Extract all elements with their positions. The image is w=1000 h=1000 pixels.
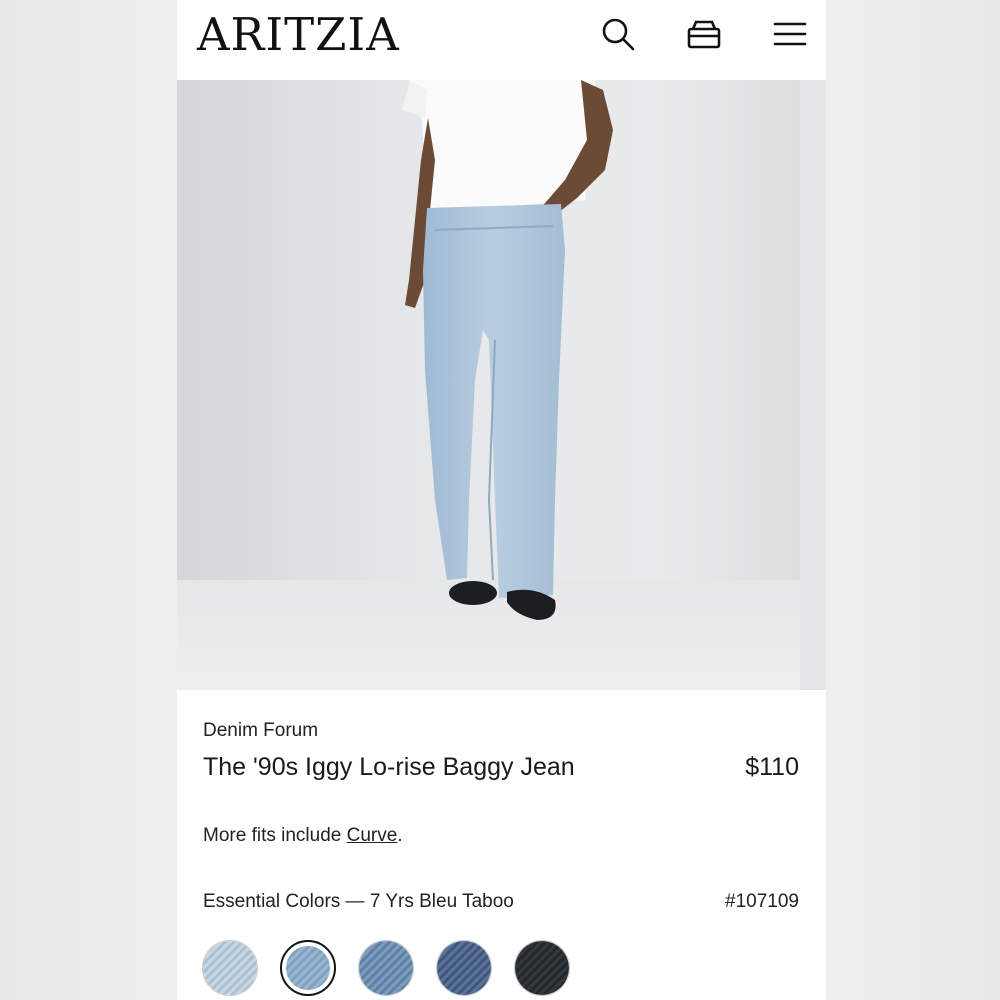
model-wearing-jeans-illustration xyxy=(177,80,826,690)
search-icon[interactable] xyxy=(600,16,636,52)
product-title: The '90s Iggy Lo-rise Baggy Jean xyxy=(203,753,575,781)
more-fits-suffix: . xyxy=(397,825,403,846)
swatch-dark-wash[interactable] xyxy=(436,940,492,996)
curve-fit-link[interactable]: Curve xyxy=(347,825,398,846)
swatch-fill xyxy=(359,941,413,995)
swatch-black-wash[interactable] xyxy=(514,940,570,996)
selected-color-label: Essential Colors — 7 Yrs Bleu Taboo xyxy=(203,891,514,912)
product-info: Denim Forum The '90s Iggy Lo-rise Baggy … xyxy=(177,690,826,1000)
site-header: ARITZIA xyxy=(177,0,826,80)
product-page: ARITZIA Denim Forum The '90s Iggy Lo-ris… xyxy=(177,0,826,1000)
swatch-fill xyxy=(286,946,330,990)
swatch-bleu-taboo[interactable] xyxy=(280,940,336,996)
color-swatches xyxy=(202,940,582,996)
swatch-fill xyxy=(515,941,569,995)
swatch-light-wash[interactable] xyxy=(202,940,258,996)
more-fits-prefix: More fits include xyxy=(203,825,347,846)
aritzia-logo[interactable]: ARITZIA xyxy=(197,10,400,60)
product-image[interactable] xyxy=(177,80,826,690)
product-sku: #107109 xyxy=(725,891,799,912)
swatch-medium-wash[interactable] xyxy=(358,940,414,996)
bag-icon[interactable] xyxy=(686,16,722,52)
product-brand[interactable]: Denim Forum xyxy=(203,720,318,742)
swatch-fill xyxy=(437,941,491,995)
swatch-fill xyxy=(203,941,257,995)
product-price: $110 xyxy=(745,753,799,781)
more-fits-text: More fits include Curve. xyxy=(203,825,403,847)
menu-icon[interactable] xyxy=(772,16,808,52)
